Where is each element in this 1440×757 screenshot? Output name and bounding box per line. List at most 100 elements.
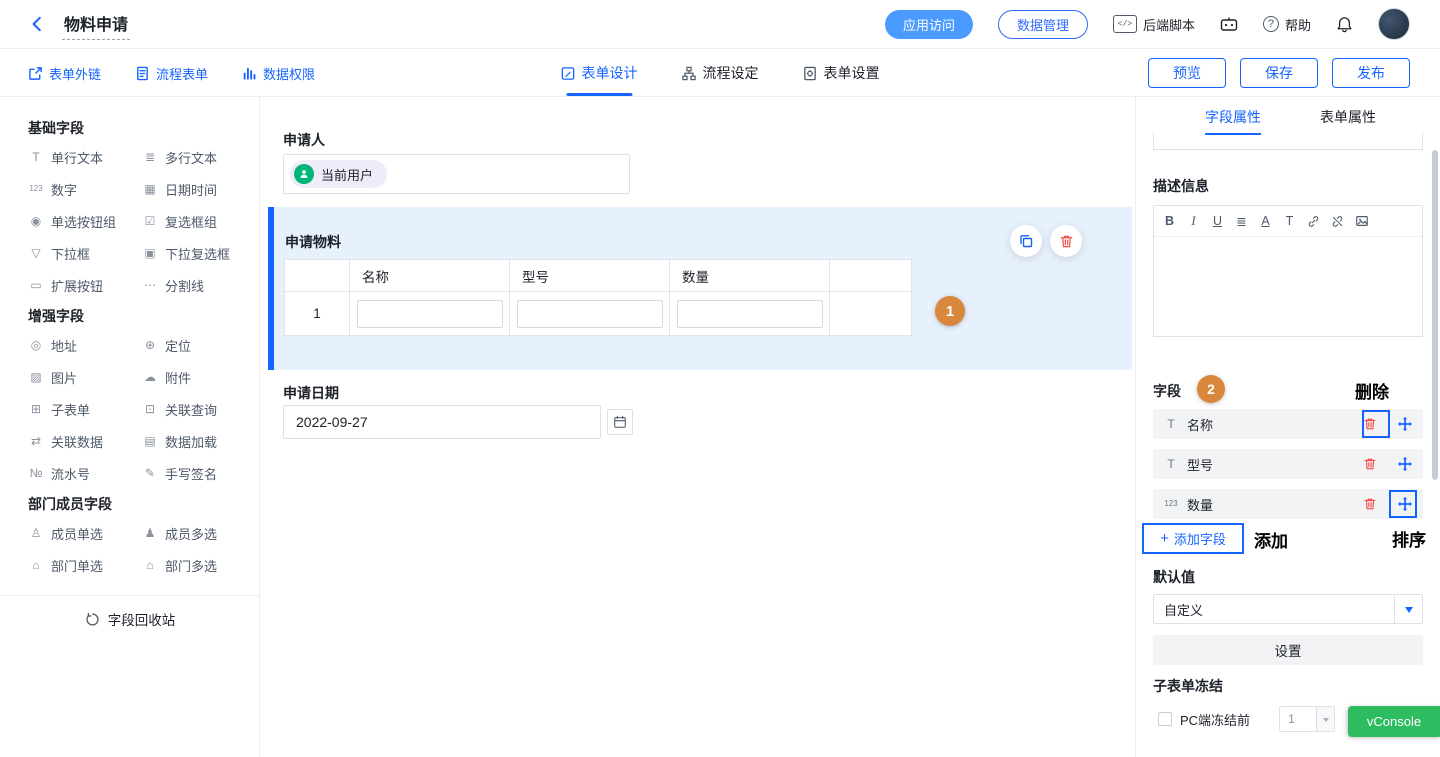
subform-input-name[interactable] xyxy=(357,300,503,328)
properties-panel: 字段属性 表单属性 描述信息 B I U ≣ A T xyxy=(1135,97,1440,757)
calendar-button[interactable] xyxy=(607,409,633,435)
align-icon[interactable]: ≣ xyxy=(1235,214,1248,229)
field-row-quantity[interactable]: 123 数量 xyxy=(1153,489,1423,519)
unlink-icon[interactable] xyxy=(1331,215,1344,228)
form-external-link-button[interactable]: 表单外链 xyxy=(28,64,101,83)
tab-form-settings[interactable]: 表单设置 xyxy=(803,50,880,96)
add-field-button[interactable]: + 添加字段 xyxy=(1142,523,1244,554)
drag-column-handle[interactable] xyxy=(1396,416,1413,433)
notifications-button[interactable] xyxy=(1336,16,1353,33)
tab-field-properties[interactable]: 字段属性 xyxy=(1205,97,1261,137)
help-button[interactable]: ? 帮助 xyxy=(1263,15,1311,34)
subform-input-model[interactable] xyxy=(517,300,663,328)
app-access-button[interactable]: 应用访问 xyxy=(885,10,973,39)
insert-image-icon[interactable] xyxy=(1355,214,1368,228)
freeze-count-dropdown-icon[interactable] xyxy=(1317,706,1335,732)
tab-process-setting[interactable]: 流程设定 xyxy=(682,50,759,96)
palette-item-dropdown-multi[interactable]: ▣下拉复选框 xyxy=(142,245,259,261)
applicant-field[interactable]: 当前用户 xyxy=(283,154,630,194)
palette-item-subform[interactable]: ⊞子表单 xyxy=(28,401,142,417)
default-value-settings-button[interactable]: 设置 xyxy=(1153,635,1423,665)
panel-tabs: 字段属性 表单属性 xyxy=(1136,97,1440,137)
font-color-icon[interactable]: A xyxy=(1259,214,1272,228)
process-form-button[interactable]: 流程表单 xyxy=(135,64,208,83)
code-icon: </> xyxy=(1113,15,1137,33)
palette-item-checkbox-group[interactable]: ☑复选框组 xyxy=(142,213,259,229)
field-row-model[interactable]: T 型号 xyxy=(1153,449,1423,479)
backend-script-button[interactable]: </> 后端脚本 xyxy=(1113,15,1195,34)
palette-item-location[interactable]: ⊕定位 xyxy=(142,337,259,353)
palette-item-extend-button[interactable]: ▭扩展按钮 xyxy=(28,277,142,293)
publish-button[interactable]: 发布 xyxy=(1332,58,1410,88)
palette-item-member-multi[interactable]: ♟成员多选 xyxy=(142,525,259,541)
palette-item-multi-line-text[interactable]: ≣多行文本 xyxy=(142,149,259,165)
palette-item-dropdown[interactable]: ▽下拉框 xyxy=(28,245,142,261)
field-title-input-partial[interactable] xyxy=(1153,133,1423,150)
palette-item-related-query[interactable]: ⊡关联查询 xyxy=(142,401,259,417)
palette-item-serial-number[interactable]: №流水号 xyxy=(28,465,142,481)
freeze-count-group xyxy=(1279,706,1335,732)
annotation-highlight-delete xyxy=(1362,410,1390,438)
delete-column-button[interactable] xyxy=(1361,456,1378,473)
data-permission-icon xyxy=(242,66,257,81)
chevron-down-icon[interactable] xyxy=(1394,595,1422,623)
user-avatar[interactable] xyxy=(1378,8,1410,40)
save-button[interactable]: 保存 xyxy=(1240,58,1318,88)
scrollbar-thumb[interactable] xyxy=(1432,150,1438,480)
palette-item-divider[interactable]: ⋯分割线 xyxy=(142,277,259,293)
add-field-label: 添加字段 xyxy=(1174,529,1226,548)
panel-scrollbar[interactable] xyxy=(1432,137,1438,751)
vconsole-button[interactable]: vConsole xyxy=(1348,706,1440,737)
field-recycle-bin-button[interactable]: 字段回收站 xyxy=(0,595,260,642)
data-manage-button[interactable]: 数据管理 xyxy=(998,10,1088,39)
palette-item-radio-group[interactable]: ◉单选按钮组 xyxy=(28,213,142,229)
description-editor[interactable]: B I U ≣ A T xyxy=(1153,205,1423,337)
pc-freeze-label: PC端冻结前 xyxy=(1180,710,1250,729)
subform-block-selected[interactable]: 申请物料 名称 型号 数量 1 xyxy=(268,207,1132,370)
subform-freeze-title: 子表单冻结 xyxy=(1153,676,1223,696)
palette-item-image[interactable]: ▨图片 xyxy=(28,369,142,385)
date-input[interactable] xyxy=(283,405,601,439)
delete-column-button[interactable] xyxy=(1361,496,1378,513)
palette-item-dept-single[interactable]: ⌂部门单选 xyxy=(28,557,142,573)
back-button[interactable] xyxy=(28,15,46,33)
data-permission-button[interactable]: 数据权限 xyxy=(242,64,315,83)
current-user-tag[interactable]: 当前用户 xyxy=(290,160,387,188)
pc-freeze-checkbox[interactable] xyxy=(1158,712,1172,726)
palette-item-signature[interactable]: ✎手写签名 xyxy=(142,465,259,481)
palette-item-attachment[interactable]: ☁附件 xyxy=(142,369,259,385)
italic-icon[interactable]: I xyxy=(1187,214,1200,229)
palette-item-related-data[interactable]: ⇄关联数据 xyxy=(28,433,142,449)
text-field-icon: T xyxy=(1163,456,1179,472)
palette-item-number[interactable]: 123数字 xyxy=(28,181,142,197)
duplicate-field-button[interactable] xyxy=(1010,225,1042,257)
description-editor-body[interactable] xyxy=(1154,237,1422,337)
palette-item-single-line-text[interactable]: T单行文本 xyxy=(28,149,142,165)
palette-item-data-load[interactable]: ▤数据加载 xyxy=(142,433,259,449)
drag-column-handle[interactable] xyxy=(1396,456,1413,473)
serial-number-icon: № xyxy=(28,465,44,481)
assistant-button[interactable] xyxy=(1220,16,1238,32)
bold-icon[interactable]: B xyxy=(1163,214,1176,228)
description-title: 描述信息 xyxy=(1153,176,1209,196)
preview-button[interactable]: 预览 xyxy=(1148,58,1226,88)
field-palette: 基础字段 T单行文本 ≣多行文本 123数字 ▦日期时间 ◉单选按钮组 ☑复选框… xyxy=(0,97,260,757)
subform-input-quantity[interactable] xyxy=(677,300,823,328)
form-title[interactable]: 物料申请 xyxy=(62,9,130,40)
palette-item-address[interactable]: ◎地址 xyxy=(28,337,142,353)
link-icon[interactable] xyxy=(1307,215,1320,228)
palette-item-member-single[interactable]: ♙成员单选 xyxy=(28,525,142,541)
delete-field-button[interactable] xyxy=(1050,225,1082,257)
palette-item-datetime[interactable]: ▦日期时间 xyxy=(142,181,259,197)
default-value-select[interactable]: 自定义 xyxy=(1153,594,1423,624)
font-size-icon[interactable]: T xyxy=(1283,214,1296,228)
form-external-link-label: 表单外链 xyxy=(49,64,101,83)
selection-bar xyxy=(268,207,274,370)
underline-icon[interactable]: U xyxy=(1211,214,1224,228)
tab-form-design[interactable]: 表单设计 xyxy=(561,50,638,96)
freeze-count-input[interactable] xyxy=(1279,706,1317,732)
subform-col-model: 型号 xyxy=(510,260,670,292)
tab-form-properties[interactable]: 表单属性 xyxy=(1320,97,1376,137)
process-form-label: 流程表单 xyxy=(156,64,208,83)
palette-item-dept-multi[interactable]: ⌂部门多选 xyxy=(142,557,259,573)
